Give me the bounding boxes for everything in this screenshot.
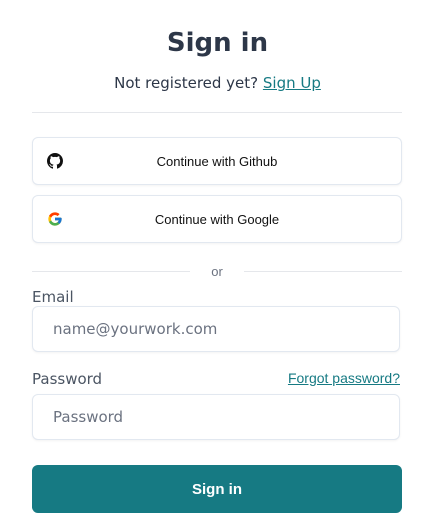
github-icon <box>47 153 63 169</box>
google-signin-button[interactable]: Continue with Google <box>32 195 402 243</box>
signup-link[interactable]: Sign Up <box>263 74 321 92</box>
separator-line-right <box>244 271 402 272</box>
or-separator: or <box>32 263 402 281</box>
sign-in-button[interactable]: Sign in <box>32 465 402 513</box>
email-label: Email <box>32 288 74 306</box>
forgot-password-link[interactable]: Forgot password? <box>288 370 400 386</box>
email-field[interactable] <box>32 306 400 352</box>
github-signin-label: Continue with Github <box>156 153 278 169</box>
password-label: Password <box>32 370 103 388</box>
header-divider <box>32 112 402 113</box>
google-icon <box>48 212 62 226</box>
signup-prompt: Not registered yet? Sign Up <box>0 74 435 92</box>
signup-prompt-text: Not registered yet? <box>114 74 259 92</box>
google-signin-label: Continue with Google <box>154 211 280 227</box>
github-signin-button[interactable]: Continue with Github <box>32 137 402 185</box>
page-title: Sign in <box>166 28 269 58</box>
password-field[interactable] <box>32 394 400 440</box>
